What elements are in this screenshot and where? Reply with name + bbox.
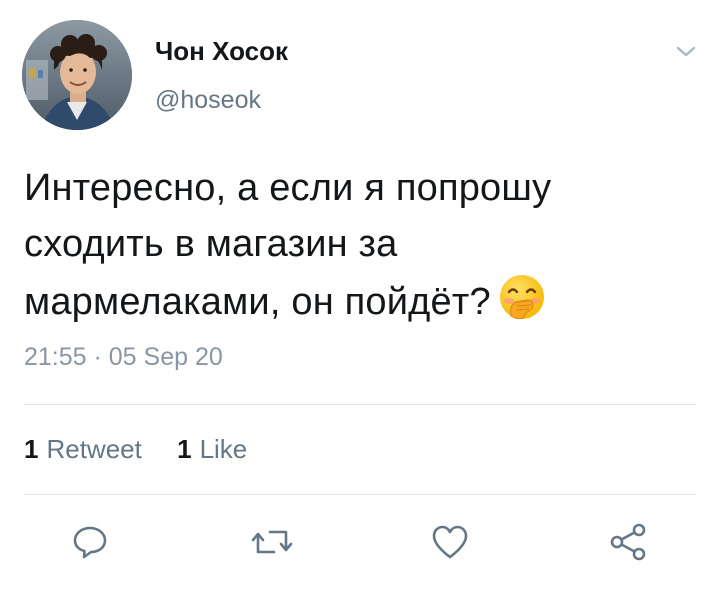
- action-bar: [0, 520, 720, 570]
- tweet-text-line: сходить в магазин за: [24, 223, 398, 265]
- display-name[interactable]: Чон Хосок: [155, 36, 288, 67]
- share-icon[interactable]: [606, 520, 650, 564]
- retweets-label: Retweet: [46, 434, 142, 464]
- retweets-stat[interactable]: 1 Retweet: [24, 434, 142, 465]
- avatar[interactable]: [22, 20, 132, 130]
- retweet-icon[interactable]: [250, 520, 294, 564]
- tweet-stats: 1 Retweet 1 Like: [24, 434, 275, 465]
- divider: [24, 494, 696, 495]
- tweet-text: Интересно, а если я попрошу сходить в ма…: [24, 160, 684, 330]
- tweet-timestamp[interactable]: 21:55 · 05 Sep 20: [24, 343, 223, 372]
- tweet-text-line: мармелаками, он пойдёт?: [24, 281, 491, 323]
- user-handle[interactable]: @hoseok: [155, 86, 261, 115]
- retweets-count: 1: [24, 434, 39, 464]
- divider: [24, 404, 696, 405]
- likes-stat[interactable]: 1 Like: [177, 434, 247, 465]
- reply-icon[interactable]: [68, 520, 112, 564]
- tweet-text-line: Интересно, а если я попрошу: [24, 167, 552, 209]
- likes-count: 1: [177, 434, 192, 464]
- face-with-hand-over-mouth-icon: [497, 272, 547, 322]
- chevron-down-icon[interactable]: [672, 40, 700, 62]
- likes-label: Like: [199, 434, 248, 464]
- avatar-photo: [22, 20, 132, 130]
- tweet-text-line-last: мармелаками, он пойдёт?: [24, 272, 684, 330]
- heart-icon[interactable]: [428, 520, 472, 564]
